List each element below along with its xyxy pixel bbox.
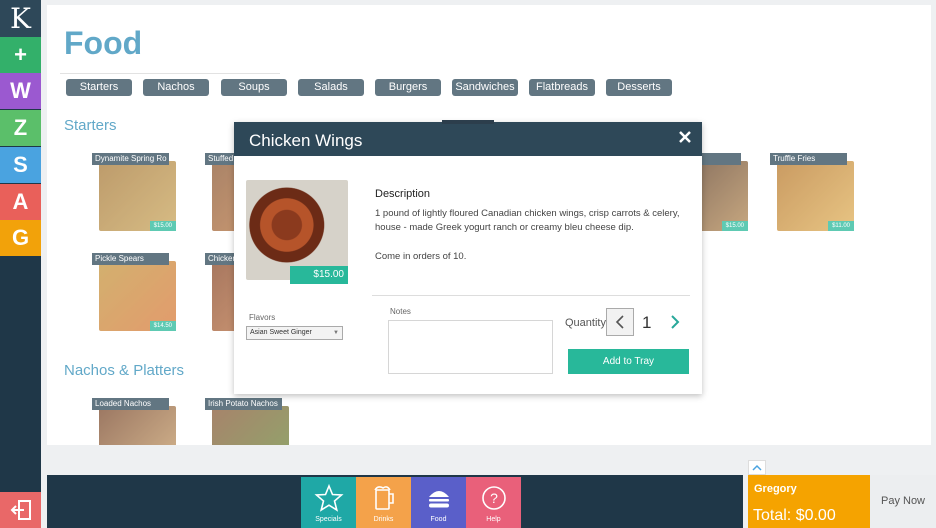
item-detail-modal: Chicken Wings $15.00 Description 1 pound… <box>234 120 702 394</box>
star-icon <box>314 483 344 512</box>
chevron-right-icon <box>671 315 680 329</box>
rail-item-w[interactable]: W <box>0 73 41 109</box>
modal-header: Chicken Wings <box>234 122 702 156</box>
rail-item-a[interactable]: A <box>0 184 41 220</box>
tray-total: Total: $0.00 <box>753 507 836 524</box>
exit-button[interactable] <box>0 492 41 528</box>
flavors-select[interactable]: Asian Sweet Ginger ▼ <box>246 326 343 340</box>
quantity-value: 1 <box>642 313 652 332</box>
bottom-dock: Specials Drinks Food ? Help <box>47 475 743 528</box>
dock-label: Specials <box>315 516 342 523</box>
tray-expand-button[interactable] <box>748 460 766 475</box>
description-label: Description <box>375 188 431 200</box>
close-button[interactable] <box>677 129 693 145</box>
modal-title: Chicken Wings <box>249 131 363 150</box>
notes-input[interactable] <box>388 320 553 374</box>
dock-specials-button[interactable]: Specials <box>301 477 356 528</box>
dish-price: $15.00 <box>290 266 348 284</box>
quantity-label: Quantity <box>565 317 606 329</box>
modal-handle[interactable] <box>442 120 494 124</box>
exit-icon <box>10 500 31 520</box>
chevron-up-icon <box>752 464 762 471</box>
description-text: 1 pound of lightly floured Canadian chic… <box>375 208 680 233</box>
dock-food-button[interactable]: Food <box>411 477 466 528</box>
dock-label: Drinks <box>373 516 394 523</box>
dock-drinks-button[interactable]: Drinks <box>356 477 411 528</box>
modal-divider <box>372 295 690 296</box>
pay-now-button[interactable]: Pay Now <box>870 475 936 528</box>
rail-item-s[interactable]: S <box>0 147 41 183</box>
customer-name: Gregory <box>754 483 797 495</box>
app-logo: K <box>0 0 41 37</box>
description-note: Come in orders of 10. <box>375 251 467 262</box>
dock-label: Food <box>430 516 447 523</box>
close-icon <box>679 131 691 143</box>
svg-text:?: ? <box>490 490 498 506</box>
quantity-decrease-button[interactable] <box>606 308 634 336</box>
burger-icon <box>429 491 449 508</box>
quantity-increase-button[interactable] <box>664 310 686 334</box>
flavors-selected-value: Asian Sweet Ginger <box>250 329 312 336</box>
add-to-tray-button[interactable]: Add to Tray <box>568 349 689 374</box>
dock-label: Help <box>486 516 501 523</box>
rail-add-button[interactable]: + <box>0 37 41 73</box>
chevron-down-icon: ▼ <box>333 330 339 336</box>
dish-image <box>246 180 348 280</box>
tray-summary[interactable]: Gregory Total: $0.00 <box>748 475 870 528</box>
help-icon: ? <box>482 486 506 510</box>
notes-label: Notes <box>390 307 411 316</box>
left-rail: K + W Z S A G <box>0 0 41 528</box>
rail-item-g[interactable]: G <box>0 220 41 256</box>
rail-item-z[interactable]: Z <box>0 110 41 146</box>
flavors-label: Flavors <box>249 313 276 322</box>
chevron-left-icon <box>615 315 624 329</box>
beer-icon <box>374 486 394 510</box>
dock-help-button[interactable]: ? Help <box>466 477 521 528</box>
